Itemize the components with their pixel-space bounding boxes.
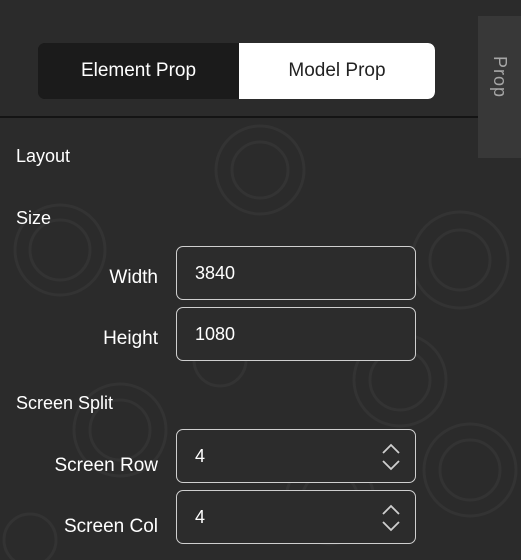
side-tab-label: Prop <box>490 56 510 99</box>
tab-model-prop[interactable]: Model Prop <box>239 43 435 99</box>
divider <box>0 116 478 118</box>
screen-col-stepper[interactable]: 4 <box>176 490 416 544</box>
height-label: Height <box>103 328 158 349</box>
screen-col-label: Screen Col <box>64 516 158 537</box>
screen-row-stepper[interactable]: 4 <box>176 429 416 483</box>
section-title-size: Size <box>16 208 52 228</box>
section-title-layout: Layout <box>16 146 71 166</box>
screen-row-value: 4 <box>195 445 206 466</box>
tab-element-prop[interactable]: Element Prop <box>38 43 239 99</box>
stepper-arrows-icon[interactable] <box>379 503 403 533</box>
section-title-screen-split: Screen Split <box>16 393 114 413</box>
properties-panel: Element Prop Model Prop Prop Layout Size… <box>0 0 521 560</box>
screen-row-label: Screen Row <box>54 455 159 476</box>
height-value: 1080 <box>195 323 236 344</box>
width-label: Width <box>109 267 158 288</box>
stepper-arrows-icon[interactable] <box>379 442 403 472</box>
width-field[interactable]: 3840 <box>176 246 416 300</box>
width-value: 3840 <box>195 262 236 283</box>
height-field[interactable]: 1080 <box>176 307 416 361</box>
side-tab-prop[interactable]: Prop <box>478 16 521 158</box>
prop-tab-group: Element Prop Model Prop <box>38 43 435 99</box>
screen-col-value: 4 <box>195 506 206 527</box>
